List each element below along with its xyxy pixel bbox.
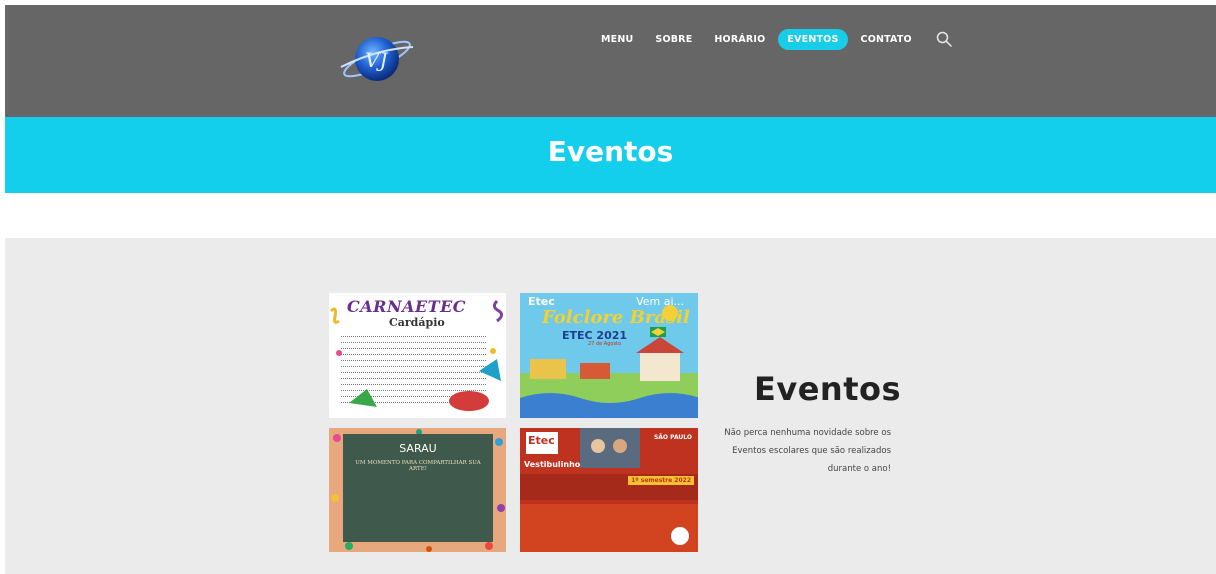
event-card-sarau[interactable]: SARAU UM MOMENTO PARA COMPARTILHAR SUA A…: [329, 428, 506, 552]
nav-item-contato[interactable]: CONTATO: [861, 34, 912, 45]
event-card-vestibulinho[interactable]: Etec SÃO PAULO Vestibulinho 1º semestre …: [520, 428, 698, 552]
gov-logo: SÃO PAULO: [653, 434, 692, 441]
events-section: CARNAETEC Cardápio Etec Vem ai... Folclo…: [5, 238, 1216, 574]
card-subtitle: UM MOMENTO PARA COMPARTILHAR SUA ARTE!: [355, 460, 481, 472]
carnival-decoration-icon: [329, 299, 504, 411]
page-banner: Eventos: [5, 117, 1216, 193]
card-title: SARAU: [399, 442, 437, 455]
search-icon[interactable]: [936, 31, 952, 47]
event-card-carnaetec[interactable]: CARNAETEC Cardápio: [329, 293, 506, 418]
semester-badge: 1º semestre 2022: [628, 476, 694, 485]
nav-item-menu[interactable]: MENU: [601, 34, 633, 45]
events-description: Não perca nenhuma novidade sobre os Even…: [724, 428, 891, 474]
main-nav: MENU SOBRE HORÁRIO EVENTOS CONTATO: [601, 28, 952, 50]
card-date: 27 de Agosto: [588, 341, 622, 347]
site-header: VJ MENU SOBRE HORÁRIO EVENTOS CONTATO: [5, 5, 1216, 117]
etec-logo: Etec: [526, 432, 558, 454]
event-card-folclore[interactable]: Etec Vem ai... Folclore Brasil ETEC 2021…: [520, 293, 698, 418]
page-title: Eventos: [547, 135, 674, 168]
globe-logo-icon: VJ: [340, 37, 414, 81]
events-heading: Eventos: [754, 370, 902, 408]
nav-item-horario[interactable]: HORÁRIO: [714, 34, 765, 45]
card-title: Folclore Brasil: [542, 307, 690, 328]
chalkboard: SARAU UM MOMENTO PARA COMPARTILHAR SUA A…: [343, 434, 493, 542]
card-title: Vestibulinho: [524, 460, 581, 469]
svg-text:VJ: VJ: [365, 48, 388, 72]
nav-item-eventos[interactable]: EVENTOS: [778, 28, 848, 50]
nav-item-sobre[interactable]: SOBRE: [655, 34, 692, 45]
site-logo[interactable]: VJ: [337, 29, 417, 87]
